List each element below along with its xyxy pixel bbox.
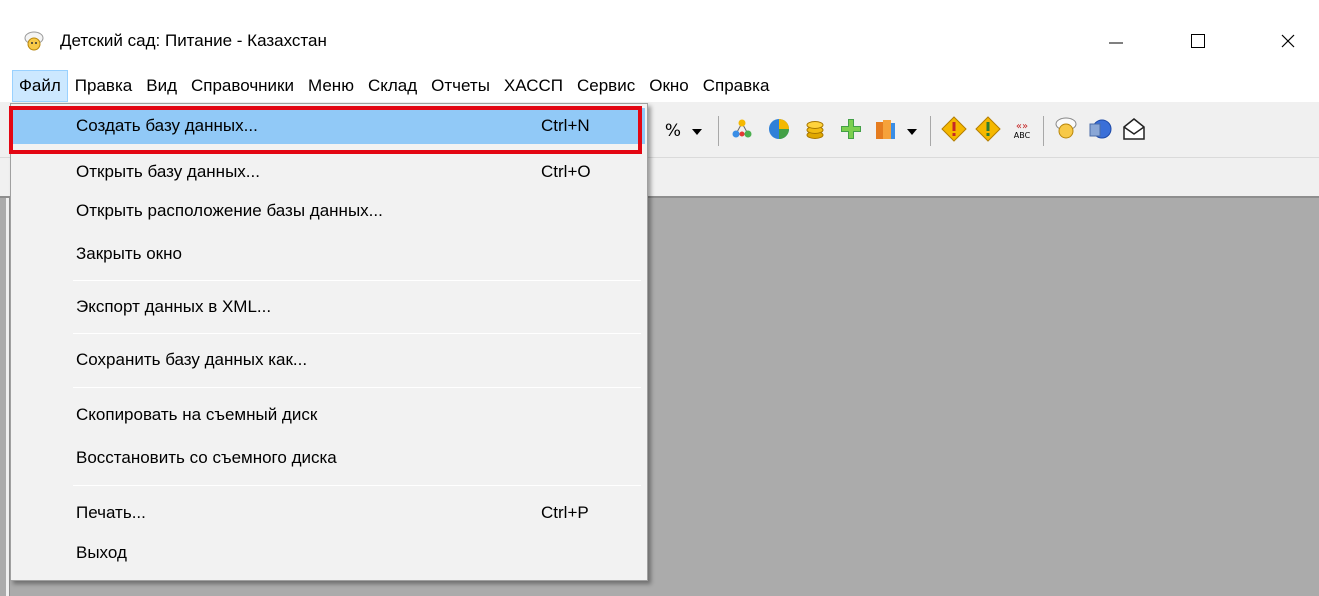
- menu-item-label: Открыть расположение базы данных...: [76, 201, 383, 220]
- menu-warehouse[interactable]: Склад: [361, 70, 424, 102]
- close-icon: [1280, 33, 1296, 49]
- percent-icon: %: [664, 121, 682, 141]
- menu-item-label: Скопировать на съемный диск: [76, 405, 318, 424]
- menu-item-label: Открыть базу данных...: [76, 162, 260, 181]
- warning-button-1[interactable]: [938, 115, 970, 147]
- spellcheck-button[interactable]: «» ABC: [1006, 116, 1038, 146]
- menu-help[interactable]: Справка: [696, 70, 777, 102]
- books-dropdown-button[interactable]: [903, 116, 921, 146]
- menu-separator: [73, 485, 641, 486]
- menu-item-open-database[interactable]: Открыть базу данных... Ctrl+O: [13, 154, 645, 190]
- menu-item-label: Восстановить со съемного диска: [76, 448, 337, 467]
- percent-dropdown-button[interactable]: [688, 116, 706, 146]
- dropdown-arrow-icon: [692, 122, 702, 140]
- title-bar: Детский сад: Питание - Казахстан: [0, 0, 1319, 70]
- menu-item-label: Выход: [76, 543, 127, 562]
- help-button[interactable]: [1084, 116, 1116, 146]
- warning-diamond-icon: [941, 115, 967, 147]
- pie-chart-icon: [767, 117, 791, 146]
- help-globe-icon: [1087, 116, 1113, 147]
- menu-menu[interactable]: Меню: [301, 70, 361, 102]
- coins-icon: [803, 117, 827, 146]
- warning-button-2[interactable]: [972, 115, 1004, 147]
- spellcheck-abc-icon: «» ABC: [1013, 121, 1031, 141]
- toolbar-separator: [1043, 116, 1044, 146]
- menu-bar: Файл Правка Вид Справочники Меню Склад О…: [12, 70, 776, 102]
- chef-button[interactable]: [1050, 116, 1082, 146]
- menu-item-label: Экспорт данных в XML...: [76, 297, 272, 316]
- books-button[interactable]: [870, 116, 900, 146]
- menu-item-open-database-location[interactable]: Открыть расположение базы данных...: [13, 193, 645, 229]
- mail-button[interactable]: [1118, 116, 1150, 146]
- menu-item-label: Печать...: [76, 503, 146, 522]
- menu-item-close-window[interactable]: Закрыть окно: [13, 236, 645, 272]
- menu-item-print[interactable]: Печать... Ctrl+P: [13, 495, 645, 531]
- warning-diamond-icon: [975, 115, 1001, 147]
- toolbar-separator: [930, 116, 931, 146]
- menu-separator: [73, 280, 641, 281]
- dropdown-arrow-icon: [907, 122, 917, 140]
- menu-item-shortcut: Ctrl+P: [541, 503, 589, 522]
- chef-hat-app-icon: [22, 30, 46, 54]
- toolbar-separator: [718, 116, 719, 146]
- menu-item-export-xml[interactable]: Экспорт данных в XML...: [13, 289, 645, 325]
- menu-separator: [73, 387, 641, 388]
- menu-window[interactable]: Окно: [642, 70, 696, 102]
- menu-haccp[interactable]: ХАССП: [497, 70, 570, 102]
- window-title: Детский сад: Питание - Казахстан: [60, 31, 327, 50]
- chef-icon: [1053, 116, 1079, 147]
- maximize-icon: [1190, 33, 1206, 49]
- menu-service[interactable]: Сервис: [570, 70, 642, 102]
- close-button[interactable]: [1265, 24, 1311, 58]
- coins-button[interactable]: [800, 116, 830, 146]
- books-icon: [873, 117, 897, 146]
- hierarchy-button[interactable]: [727, 116, 757, 146]
- add-button[interactable]: [836, 116, 866, 146]
- menu-item-copy-to-removable[interactable]: Скопировать на съемный диск: [13, 397, 645, 433]
- menu-item-exit[interactable]: Выход: [13, 535, 645, 571]
- menu-view[interactable]: Вид: [139, 70, 184, 102]
- menu-item-label: Закрыть окно: [76, 244, 182, 263]
- menu-reports[interactable]: Отчеты: [424, 70, 497, 102]
- minimize-icon: [1108, 33, 1124, 49]
- file-menu-dropdown: Создать базу данных... Ctrl+N Открыть ба…: [10, 103, 648, 581]
- menu-item-save-database-as[interactable]: Сохранить базу данных как...: [13, 342, 645, 378]
- highlight-annotation-box: [9, 106, 642, 154]
- menu-item-shortcut: Ctrl+O: [541, 162, 591, 181]
- minimize-button[interactable]: [1093, 24, 1139, 58]
- menu-item-label: Сохранить базу данных как...: [76, 350, 308, 369]
- maximize-button[interactable]: [1175, 24, 1221, 58]
- menu-references[interactable]: Справочники: [184, 70, 301, 102]
- menu-edit[interactable]: Правка: [68, 70, 139, 102]
- mail-icon: [1121, 116, 1147, 147]
- menu-item-restore-from-removable[interactable]: Восстановить со съемного диска: [13, 440, 645, 476]
- hierarchy-icon: [730, 117, 754, 146]
- menu-file[interactable]: Файл: [12, 70, 68, 102]
- menu-separator: [73, 333, 641, 334]
- percent-button[interactable]: %: [661, 116, 685, 146]
- green-plus-icon: [839, 117, 863, 146]
- pie-chart-button[interactable]: [764, 116, 794, 146]
